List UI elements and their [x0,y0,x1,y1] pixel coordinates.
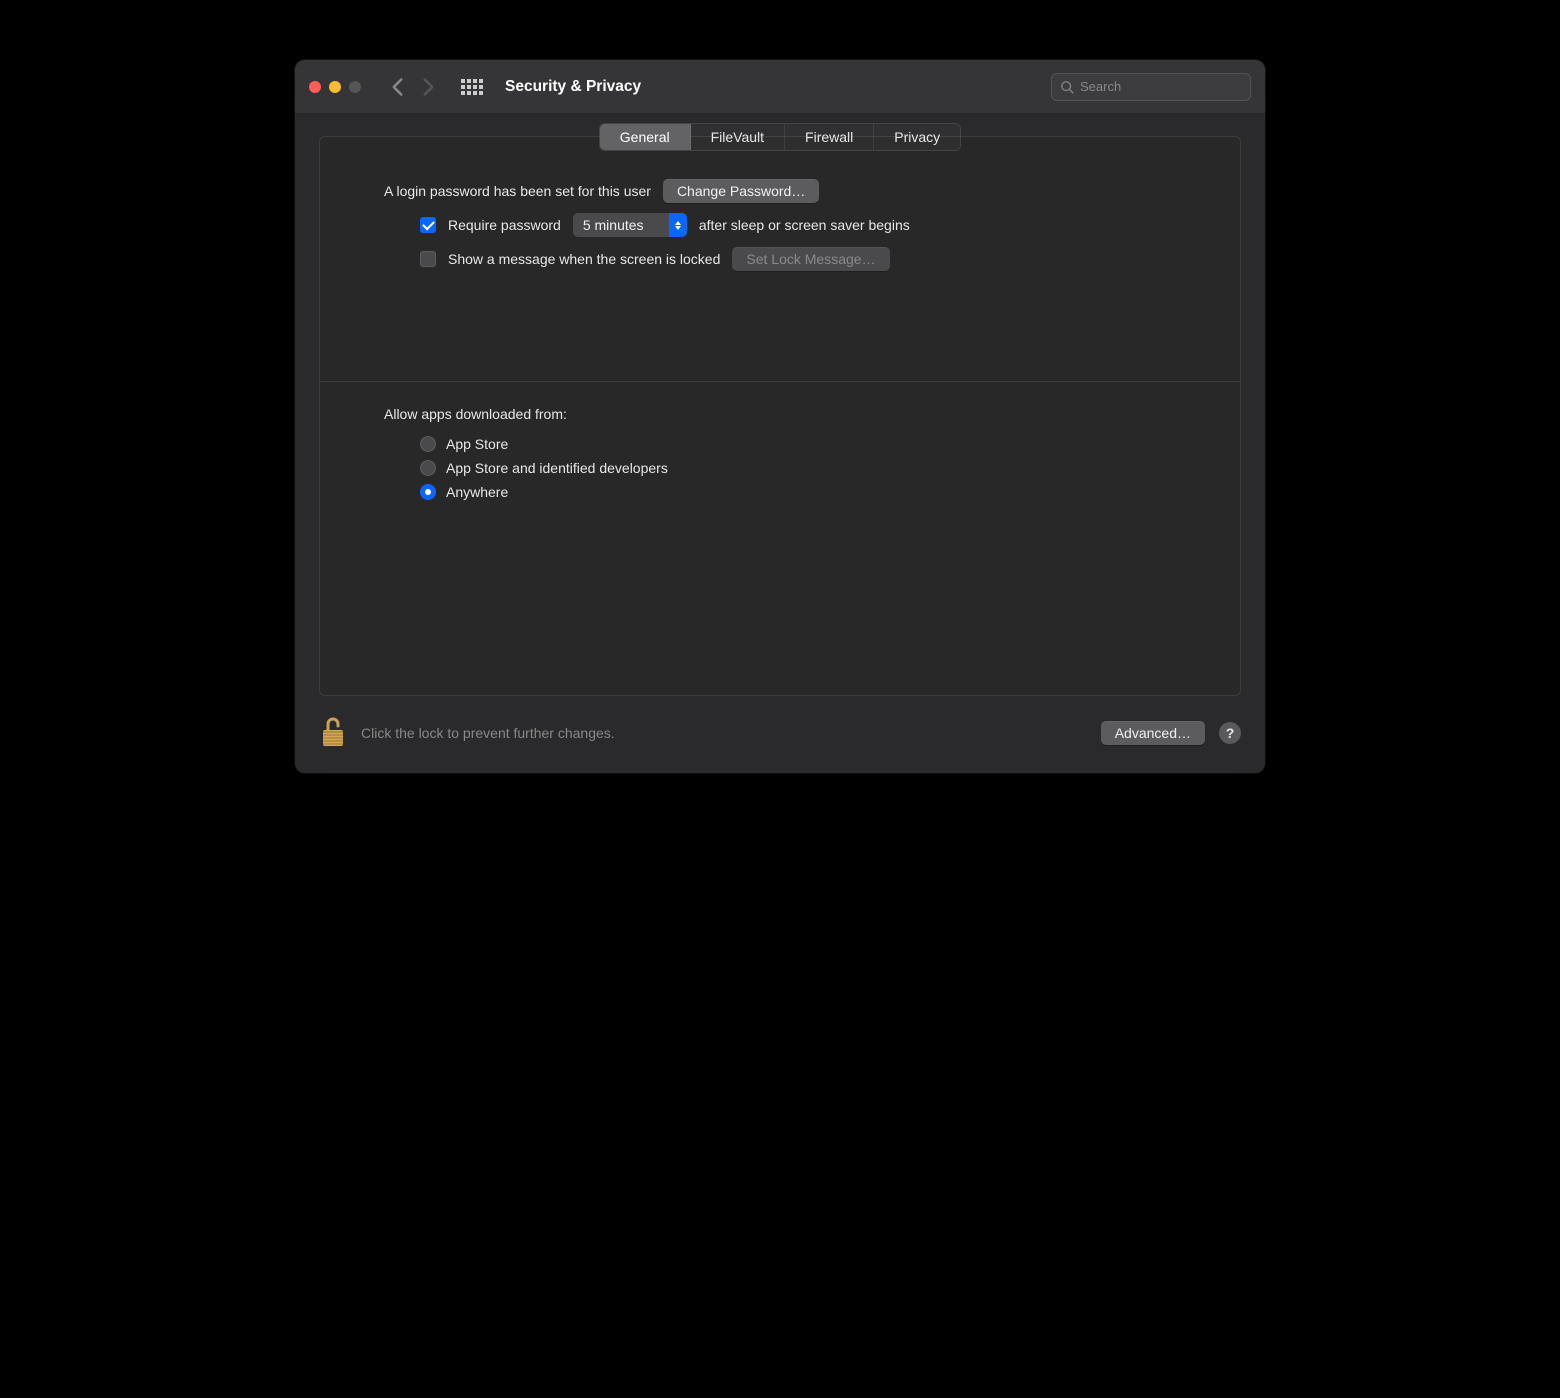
allow-apps-radio-group: App Store App Store and identified devel… [384,432,1176,504]
show-all-button[interactable] [461,79,483,95]
preferences-window: Security & Privacy General FileVault Fir… [295,60,1265,773]
chevron-left-icon [391,77,404,97]
radio-icon [420,484,436,500]
search-icon [1060,80,1074,94]
lock-button[interactable]: Click the lock to prevent further change… [319,714,615,751]
lock-text: Click the lock to prevent further change… [361,725,615,741]
require-password-checkbox[interactable] [420,217,436,233]
login-password-row: A login password has been set for this u… [384,179,1176,203]
tab-filevault[interactable]: FileVault [691,124,785,150]
allow-apps-heading-row: Allow apps downloaded from: [384,406,1176,422]
content-area: General FileVault Firewall Privacy A log… [295,114,1265,696]
stepper-arrows-icon [669,213,687,237]
radio-app-store[interactable]: App Store [420,432,1176,456]
footer: Click the lock to prevent further change… [295,696,1265,773]
search-field[interactable] [1051,73,1251,101]
tabbar: General FileVault Firewall Privacy [599,123,961,151]
search-input[interactable] [1080,79,1242,94]
radio-label: Anywhere [446,484,508,500]
radio-identified-developers[interactable]: App Store and identified developers [420,456,1176,480]
lock-message-row: Show a message when the screen is locked… [384,247,1176,271]
login-password-text: A login password has been set for this u… [384,183,651,199]
delay-selected-value: 5 minutes [573,217,669,233]
tab-panel-general: A login password has been set for this u… [319,136,1241,696]
set-lock-message-button: Set Lock Message… [732,247,889,271]
window-controls [309,81,361,93]
tab-privacy[interactable]: Privacy [874,124,960,150]
help-button[interactable]: ? [1219,722,1241,744]
require-password-after-label: after sleep or screen saver begins [699,217,910,233]
minimize-button[interactable] [329,81,341,93]
section-divider [320,381,1240,382]
tab-firewall[interactable]: Firewall [785,124,874,150]
fullscreen-button[interactable] [349,81,361,93]
show-lock-message-checkbox[interactable] [420,251,436,267]
require-password-row: Require password 5 minutes after sleep o… [384,213,1176,237]
nav-controls [391,77,435,97]
radio-label: App Store [446,436,508,452]
forward-button[interactable] [422,77,435,97]
lock-icon [319,714,347,751]
require-password-delay-select[interactable]: 5 minutes [573,213,687,237]
chevron-right-icon [422,77,435,97]
change-password-button[interactable]: Change Password… [663,179,819,203]
advanced-button[interactable]: Advanced… [1101,721,1205,745]
radio-icon [420,460,436,476]
show-lock-message-label: Show a message when the screen is locked [448,251,720,267]
radio-icon [420,436,436,452]
radio-anywhere[interactable]: Anywhere [420,480,1176,504]
close-button[interactable] [309,81,321,93]
tab-general[interactable]: General [600,124,691,150]
allow-apps-heading: Allow apps downloaded from: [384,406,567,422]
require-password-label: Require password [448,217,561,233]
radio-label: App Store and identified developers [446,460,668,476]
window-title: Security & Privacy [505,78,641,96]
back-button[interactable] [391,77,404,97]
titlebar: Security & Privacy [295,60,1265,114]
